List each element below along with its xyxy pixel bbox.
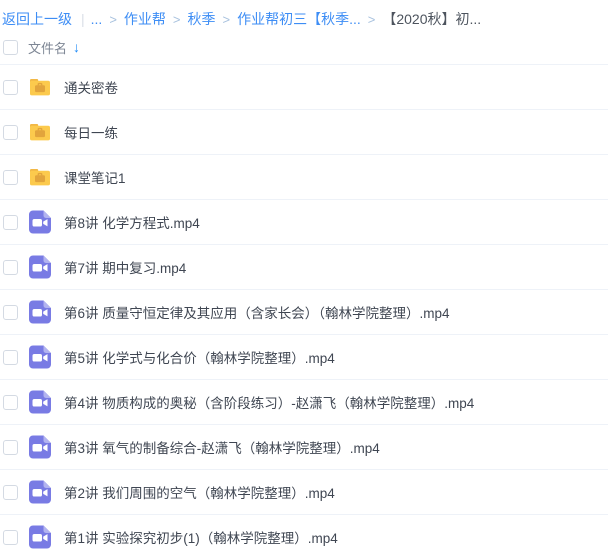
row-checkbox[interactable]	[3, 125, 18, 140]
breadcrumb-current: 【2020秋】初...	[382, 11, 481, 27]
table-row[interactable]: 第7讲 期中复习.mp4	[0, 245, 608, 290]
breadcrumb-pipe: |	[81, 11, 85, 27]
sort-desc-icon[interactable]: ↓	[73, 39, 80, 55]
file-name[interactable]: 第4讲 物质构成的奥秘（含阶段练习）-赵潇飞（翰林学院整理）.mp4	[64, 392, 474, 412]
video-file-icon	[27, 479, 53, 505]
file-name[interactable]: 第2讲 我们周围的空气（翰林学院整理）.mp4	[64, 482, 335, 502]
list-header: 文件名 ↓	[0, 30, 608, 64]
file-name[interactable]: 每日一练	[64, 122, 118, 142]
folder-icon	[27, 74, 53, 100]
row-checkbox[interactable]	[3, 440, 18, 455]
row-checkbox[interactable]	[3, 305, 18, 320]
table-row[interactable]: 第1讲 实验探究初步(1)（翰林学院整理）.mp4	[0, 515, 608, 558]
row-checkbox[interactable]	[3, 80, 18, 95]
file-name[interactable]: 第1讲 实验探究初步(1)（翰林学院整理）.mp4	[64, 527, 338, 547]
row-checkbox[interactable]	[3, 350, 18, 365]
table-row[interactable]: 第5讲 化学式与化合价（翰林学院整理）.mp4	[0, 335, 608, 380]
file-name[interactable]: 第8讲 化学方程式.mp4	[64, 212, 200, 232]
file-name[interactable]: 课堂笔记1	[64, 167, 126, 187]
breadcrumb-item[interactable]: ...	[91, 11, 103, 27]
folder-icon	[27, 119, 53, 145]
video-file-icon	[27, 524, 53, 550]
breadcrumb: 返回上一级 |... > 作业帮 > 秋季 > 作业帮初三【秋季... > 【2020秋】初...	[0, 0, 608, 30]
file-name[interactable]: 第3讲 氧气的制备综合-赵潇飞（翰林学院整理）.mp4	[64, 437, 380, 457]
video-file-icon	[27, 434, 53, 460]
video-file-icon	[27, 299, 53, 325]
file-name[interactable]: 第7讲 期中复习.mp4	[64, 257, 186, 277]
video-file-icon	[27, 389, 53, 415]
row-checkbox[interactable]	[3, 485, 18, 500]
row-checkbox[interactable]	[3, 260, 18, 275]
file-list: 通关密卷 每日一练	[0, 64, 608, 558]
file-name[interactable]: 通关密卷	[64, 77, 118, 97]
breadcrumb-items: ... > 作业帮 > 秋季 > 作业帮初三【秋季... > 【2020秋】初...	[91, 11, 482, 27]
row-checkbox[interactable]	[3, 215, 18, 230]
breadcrumb-separator: >	[368, 12, 376, 27]
breadcrumb-separator: >	[173, 12, 181, 27]
table-row[interactable]: 第4讲 物质构成的奥秘（含阶段练习）-赵潇飞（翰林学院整理）.mp4	[0, 380, 608, 425]
table-row[interactable]: 第3讲 氧气的制备综合-赵潇飞（翰林学院整理）.mp4	[0, 425, 608, 470]
breadcrumb-item[interactable]: 作业帮	[124, 11, 166, 27]
breadcrumb-item[interactable]: 作业帮初三【秋季...	[237, 11, 361, 27]
breadcrumb-separator: >	[109, 12, 117, 27]
select-all-checkbox[interactable]	[3, 40, 18, 55]
table-row[interactable]: 第2讲 我们周围的空气（翰林学院整理）.mp4	[0, 470, 608, 515]
table-row[interactable]: 课堂笔记1	[0, 155, 608, 200]
row-checkbox[interactable]	[3, 530, 18, 545]
table-row[interactable]: 每日一练	[0, 110, 608, 155]
row-checkbox[interactable]	[3, 395, 18, 410]
table-row[interactable]: 通关密卷	[0, 65, 608, 110]
video-file-icon	[27, 344, 53, 370]
file-name[interactable]: 第6讲 质量守恒定律及其应用（含家长会）（翰林学院整理）.mp4	[64, 302, 450, 322]
table-row[interactable]: 第8讲 化学方程式.mp4	[0, 200, 608, 245]
table-row[interactable]: 第6讲 质量守恒定律及其应用（含家长会）（翰林学院整理）.mp4	[0, 290, 608, 335]
file-browser: { "breadcrumb": { "back_label": "返回上一级",…	[0, 0, 608, 558]
folder-icon	[27, 164, 53, 190]
filename-column-header[interactable]: 文件名	[28, 38, 67, 57]
breadcrumb-item[interactable]: 秋季	[188, 11, 216, 27]
video-file-icon	[27, 209, 53, 235]
breadcrumb-separator: >	[223, 12, 231, 27]
video-file-icon	[27, 254, 53, 280]
back-link[interactable]: 返回上一级	[2, 11, 72, 27]
file-name[interactable]: 第5讲 化学式与化合价（翰林学院整理）.mp4	[64, 347, 335, 367]
row-checkbox[interactable]	[3, 170, 18, 185]
